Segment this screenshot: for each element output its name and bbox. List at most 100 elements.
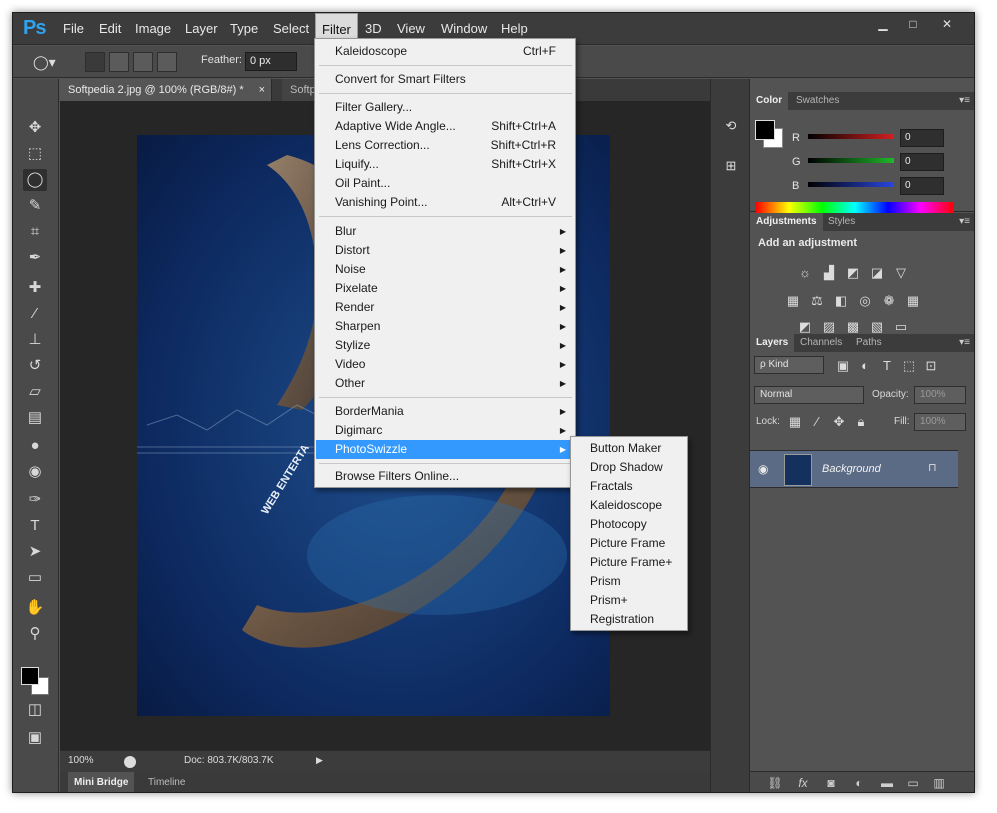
submenu-item-fractals[interactable]: Fractals bbox=[572, 477, 686, 496]
posterize-icon[interactable]: ▨ bbox=[820, 319, 838, 335]
red-slider[interactable]: R 0 bbox=[792, 129, 972, 148]
blue-value[interactable]: 0 bbox=[900, 177, 944, 195]
menu-item-stylize[interactable]: Stylize ▶ bbox=[316, 336, 574, 355]
exposure-icon[interactable]: ◪ bbox=[868, 265, 886, 281]
menu-item-sharpen[interactable]: Sharpen ▶ bbox=[316, 317, 574, 336]
quick-select-tool-icon[interactable]: ✎ bbox=[23, 195, 47, 217]
type-filter-icon[interactable]: T bbox=[878, 358, 896, 374]
menu-item-browse-filters-online[interactable]: Browse Filters Online... bbox=[316, 467, 574, 486]
zoom-level[interactable]: 100% bbox=[68, 755, 94, 766]
submenu-item-drop-shadow[interactable]: Drop Shadow bbox=[572, 458, 686, 477]
menu-select[interactable]: Select bbox=[267, 13, 315, 45]
menu-edit[interactable]: Edit bbox=[93, 13, 127, 45]
foreground-color-swatch[interactable] bbox=[21, 667, 39, 685]
panel-menu-icon[interactable]: ▾≡ bbox=[959, 95, 970, 106]
invert-icon[interactable]: ◩ bbox=[796, 319, 814, 335]
status-info-icon[interactable] bbox=[124, 756, 136, 768]
history-panel-icon[interactable]: ⟲ bbox=[719, 115, 743, 137]
menu-item-liquify[interactable]: Liquify... Shift+Ctrl+X bbox=[316, 155, 574, 174]
submenu-item-button-maker[interactable]: Button Maker bbox=[572, 439, 686, 458]
threshold-icon[interactable]: ▩ bbox=[844, 319, 862, 335]
blue-slider[interactable]: B 0 bbox=[792, 177, 972, 196]
tab-swatches[interactable]: Swatches bbox=[790, 92, 845, 110]
adjustment-filter-icon[interactable]: ◐ bbox=[856, 358, 874, 374]
menu-item-noise[interactable]: Noise ▶ bbox=[316, 260, 574, 279]
menu-item-other[interactable]: Other ▶ bbox=[316, 374, 574, 393]
eyedropper-tool-icon[interactable]: ✒ bbox=[23, 247, 47, 269]
tab-timeline[interactable]: Timeline bbox=[142, 772, 191, 792]
add-mask-icon[interactable]: ◙ bbox=[822, 775, 840, 791]
smart-object-filter-icon[interactable]: ⊡ bbox=[922, 358, 940, 374]
menu-item-last-filter[interactable]: Kaleidoscope Ctrl+F bbox=[316, 42, 574, 61]
tab-paths[interactable]: Paths bbox=[850, 334, 888, 352]
status-arrow-icon[interactable]: ▶ bbox=[316, 755, 323, 766]
visibility-eye-icon[interactable]: ◉ bbox=[758, 462, 768, 476]
minimize-button[interactable]: ▁ bbox=[869, 15, 897, 33]
menu-item-blur[interactable]: Blur ▶ bbox=[316, 222, 574, 241]
menu-item-video[interactable]: Video ▶ bbox=[316, 355, 574, 374]
curves-icon[interactable]: ◩ bbox=[844, 265, 862, 281]
link-layers-icon[interactable]: ⛓ bbox=[766, 775, 784, 791]
lock-position-icon[interactable]: ✥ bbox=[830, 414, 848, 430]
vibrance-icon[interactable]: ▽ bbox=[892, 265, 910, 281]
panel-menu-icon[interactable]: ▾≡ bbox=[959, 216, 970, 227]
green-gradient[interactable] bbox=[808, 158, 894, 163]
tab-layers[interactable]: Layers bbox=[750, 334, 795, 352]
red-value[interactable]: 0 bbox=[900, 129, 944, 147]
menu-image[interactable]: Image bbox=[129, 13, 177, 45]
maximize-button[interactable]: □ bbox=[899, 15, 927, 33]
new-adjustment-icon[interactable]: ◐ bbox=[850, 775, 868, 791]
menu-item-digimarc[interactable]: Digimarc ▶ bbox=[316, 421, 574, 440]
marquee-tool-icon[interactable]: ⬚ bbox=[23, 143, 47, 165]
menu-item-render[interactable]: Render ▶ bbox=[316, 298, 574, 317]
submenu-item-prism-plus[interactable]: Prism+ bbox=[572, 591, 686, 610]
submenu-item-picture-frame[interactable]: Picture Frame bbox=[572, 534, 686, 553]
submenu-item-photocopy[interactable]: Photocopy bbox=[572, 515, 686, 534]
blur-tool-icon[interactable]: ● bbox=[23, 435, 47, 457]
photo-filter-icon[interactable]: ◎ bbox=[856, 293, 874, 309]
close-icon[interactable]: × bbox=[259, 79, 265, 101]
hue-saturation-icon[interactable]: ▦ bbox=[784, 293, 802, 309]
doc-tab-softpedia-2[interactable]: Softpedia 2.jpg @ 100% (RGB/8#) * × bbox=[60, 79, 272, 101]
tab-channels[interactable]: Channels bbox=[794, 334, 848, 352]
new-layer-icon[interactable]: ▭ bbox=[904, 775, 922, 791]
color-fg-swatch[interactable] bbox=[755, 120, 775, 140]
add-selection-icon[interactable] bbox=[109, 52, 129, 72]
panel-menu-icon[interactable]: ▾≡ bbox=[959, 337, 970, 348]
stamp-tool-icon[interactable]: ⊥ bbox=[23, 329, 47, 351]
color-lookup-icon[interactable]: ▦ bbox=[904, 293, 922, 309]
green-slider[interactable]: G 0 bbox=[792, 153, 972, 172]
menu-file[interactable]: File bbox=[57, 13, 90, 45]
menu-item-vanishing-point[interactable]: Vanishing Point... Alt+Ctrl+V bbox=[316, 193, 574, 212]
lock-transparent-icon[interactable]: ▦ bbox=[786, 414, 804, 430]
lasso-preset-icon[interactable]: ◯▾ bbox=[33, 52, 69, 72]
quick-mask-icon[interactable]: ◫ bbox=[23, 699, 47, 721]
submenu-item-registration[interactable]: Registration bbox=[572, 610, 686, 629]
green-value[interactable]: 0 bbox=[900, 153, 944, 171]
zoom-tool-icon[interactable]: ⚲ bbox=[23, 623, 47, 645]
layer-name[interactable]: Background bbox=[822, 463, 881, 475]
menu-item-convert-smart-filters[interactable]: Convert for Smart Filters bbox=[316, 70, 574, 89]
menu-item-photoswizzle[interactable]: PhotoSwizzle ▶ bbox=[316, 440, 574, 459]
layer-row-background[interactable]: ◉ Background ⊓ bbox=[750, 450, 958, 488]
menu-item-oil-paint[interactable]: Oil Paint... bbox=[316, 174, 574, 193]
screen-mode-icon[interactable]: ▣ bbox=[23, 727, 47, 749]
lasso-tool-icon[interactable]: ◯ bbox=[23, 169, 47, 191]
brightness-icon[interactable]: ☼ bbox=[796, 265, 814, 281]
close-button[interactable]: ✕ bbox=[933, 15, 961, 33]
move-tool-icon[interactable]: ✥ bbox=[23, 117, 47, 139]
menu-item-distort[interactable]: Distort ▶ bbox=[316, 241, 574, 260]
opacity-input[interactable]: 100% bbox=[914, 386, 966, 404]
feather-input[interactable]: 0 px bbox=[245, 52, 297, 71]
tab-mini-bridge[interactable]: Mini Bridge bbox=[68, 772, 135, 792]
tab-styles[interactable]: Styles bbox=[822, 213, 861, 231]
channel-mixer-icon[interactable]: ❁ bbox=[880, 293, 898, 309]
menu-item-lens-correction[interactable]: Lens Correction... Shift+Ctrl+R bbox=[316, 136, 574, 155]
red-gradient[interactable] bbox=[808, 134, 894, 139]
properties-panel-icon[interactable]: ⊞ bbox=[719, 155, 743, 177]
eraser-tool-icon[interactable]: ▱ bbox=[23, 381, 47, 403]
menu-item-pixelate[interactable]: Pixelate ▶ bbox=[316, 279, 574, 298]
tab-color[interactable]: Color bbox=[750, 92, 789, 110]
color-balance-icon[interactable]: ⚖ bbox=[808, 293, 826, 309]
subtract-selection-icon[interactable] bbox=[133, 52, 153, 72]
